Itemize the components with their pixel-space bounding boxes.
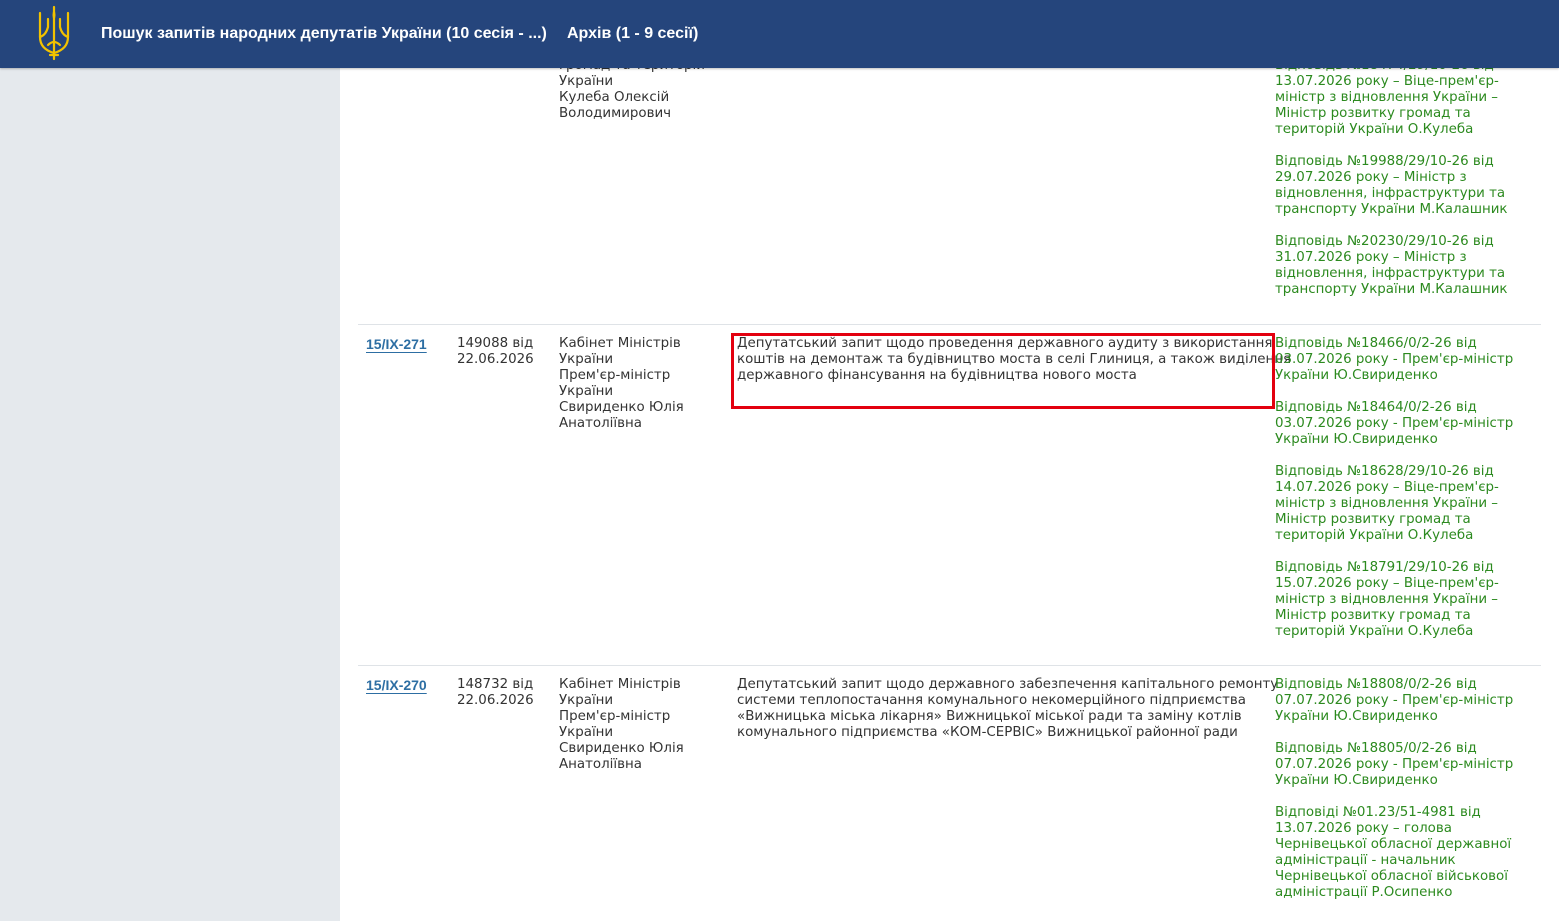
addressee-line: Свириденко Юлія (559, 400, 684, 415)
answer-line: міністр з відновлення України – (1275, 496, 1499, 511)
answers-cell: Відповідь №18466/0/2-26 від 03.07.2026 р… (1275, 336, 1533, 656)
answer-line: Відповідь №18464/0/2-26 від (1275, 400, 1477, 415)
number-cell: 15/IX-271 (366, 336, 451, 354)
number-cell: 15/IX-270 (366, 677, 451, 695)
answer-line: відновлення, інфраструктури та (1275, 266, 1506, 281)
addressee-line: Кулеба Олексій (559, 90, 670, 105)
answer-line: транспорту України М.Калашник (1275, 282, 1508, 297)
answer-line: територій України О.Кулеба (1275, 624, 1474, 639)
registration-line: 148732 від (457, 677, 534, 692)
answer-line: 15.07.2026 року – Віце-прем'єр- (1275, 576, 1499, 591)
answer-line: 29.07.2026 року – Міністр з (1275, 170, 1467, 185)
site-header: Пошук запитів народних депутатів України… (0, 0, 1559, 68)
subject-line: комунального підприємства «КОМ-СЕРВІС» В… (737, 725, 1238, 740)
addressee-line: України (559, 725, 614, 740)
row-divider (358, 665, 1541, 666)
answer-line: Відповідь №18628/29/10-26 від (1275, 464, 1494, 479)
answer-line: 14.07.2026 року – Віце-прем'єр- (1275, 480, 1499, 495)
answer-line: України Ю.Свириденко (1275, 368, 1438, 383)
answer-line: 03.07.2026 року - Прем'єр-міністр (1275, 416, 1514, 431)
subject-line: Депутатський запит щодо державного забез… (737, 677, 1279, 692)
answer-link[interactable]: Відповідь №18791/29/10-26 від 15.07.2026… (1275, 560, 1533, 640)
left-sidebar (0, 0, 340, 921)
addressee-line: України (559, 384, 614, 399)
trident-coat-of-arms-icon[interactable] (36, 5, 72, 61)
answer-line: України Ю.Свириденко (1275, 432, 1438, 447)
registration-line: 22.06.2026 (457, 693, 534, 708)
answer-line: транспорту України М.Калашник (1275, 202, 1508, 217)
request-number-link[interactable]: 15/IX-270 (366, 677, 427, 693)
nav-search-requests[interactable]: Пошук запитів народних депутатів України… (101, 25, 547, 43)
answer-line: України Ю.Свириденко (1275, 773, 1438, 788)
answer-line: Відповідь №18805/0/2-26 від (1275, 741, 1477, 756)
subject-line: «Вижницька міська лікарня» Вижницької мі… (737, 709, 1242, 724)
subject-cell: Депутатський запит щодо проведення держа… (737, 336, 1292, 384)
answer-line: міністр з відновлення України – (1275, 592, 1499, 607)
answer-line: територій України О.Кулеба (1275, 528, 1474, 543)
answer-link[interactable]: Відповідь №18466/0/2-26 від 03.07.2026 р… (1275, 336, 1533, 384)
addressee-line: Кабінет Міністрів (559, 677, 681, 692)
answer-line: міністр з відновлення України – (1275, 90, 1499, 105)
answer-line: 13.07.2026 року – голова (1275, 821, 1452, 836)
subject-cell: Депутатський запит щодо державного забез… (737, 677, 1279, 741)
registration-line: 149088 від (457, 336, 534, 351)
answer-line: Міністр розвитку громад та (1275, 106, 1471, 121)
addressee-line: Анатоліївна (559, 757, 642, 772)
answer-link[interactable]: Відповідь №19988/29/10-26 від 29.07.2026… (1275, 154, 1533, 218)
addressee-cell: Кабінет Міністрів України Прем'єр-мініст… (559, 336, 709, 432)
answer-line: Міністр розвитку громад та (1275, 608, 1471, 623)
answers-cell: Відповідь №18808/0/2-26 від 07.07.2026 р… (1275, 677, 1533, 917)
answer-line: 07.07.2026 року - Прем'єр-міністр (1275, 693, 1514, 708)
answer-line: Відповіді №01.23/51-4981 від (1275, 805, 1481, 820)
addressee-line: Володимирович (559, 106, 672, 121)
answer-link[interactable]: Відповідь №18474/29/10-26 від 13.07.2026… (1275, 58, 1533, 138)
subject-line: Депутатський запит щодо проведення держа… (737, 336, 1273, 351)
nav-archive[interactable]: Архів (1 - 9 сесії) (567, 25, 698, 43)
row-divider (358, 324, 1541, 325)
request-number-link[interactable]: 15/IX-271 (366, 336, 427, 352)
answer-line: Відповідь №18466/0/2-26 від (1275, 336, 1477, 351)
answer-line: Міністр розвитку громад та (1275, 512, 1471, 527)
answer-link[interactable]: Відповіді №01.23/51-4981 від 13.07.2026 … (1275, 805, 1533, 901)
answer-line: Відповідь №19988/29/10-26 від (1275, 154, 1494, 169)
answer-line: 03.07.2026 року - Прем'єр-міністр (1275, 352, 1514, 367)
answer-line: територій України О.Кулеба (1275, 122, 1474, 137)
addressee-line: України (559, 352, 614, 367)
answer-line: 31.07.2026 року – Міністр з (1275, 250, 1467, 265)
answer-line: 07.07.2026 року - Прем'єр-міністр (1275, 757, 1514, 772)
answer-line: Відповідь №20230/29/10-26 від (1275, 234, 1494, 249)
addressee-line: України (559, 693, 614, 708)
answer-line: Чернівецької обласної державної (1275, 837, 1512, 852)
answer-line: 13.07.2026 року – Віце-прем'єр- (1275, 74, 1499, 89)
answers-cell: Відповідь №18474/29/10-26 від 13.07.2026… (1275, 58, 1533, 314)
answer-line: відновлення, інфраструктури та (1275, 186, 1506, 201)
addressee-line: України (559, 74, 614, 89)
addressee-line: Свириденко Юлія (559, 741, 684, 756)
results-table: громад та територій України Кулеба Олекс… (340, 0, 1559, 921)
registration-cell: 148732 від 22.06.2026 (457, 677, 552, 709)
addressee-line: Кабінет Міністрів (559, 336, 681, 351)
answer-link[interactable]: Відповідь №18808/0/2-26 від 07.07.2026 р… (1275, 677, 1533, 725)
answer-line: Відповідь №18791/29/10-26 від (1275, 560, 1494, 575)
answer-link[interactable]: Відповідь №18628/29/10-26 від 14.07.2026… (1275, 464, 1533, 544)
answer-line: України Ю.Свириденко (1275, 709, 1438, 724)
answer-link[interactable]: Відповідь №20230/29/10-26 від 31.07.2026… (1275, 234, 1533, 298)
answer-line: Відповідь №18808/0/2-26 від (1275, 677, 1477, 692)
subject-line: системи теплопостачання комунального нек… (737, 693, 1246, 708)
registration-line: 22.06.2026 (457, 352, 534, 367)
answer-link[interactable]: Відповідь №18805/0/2-26 від 07.07.2026 р… (1275, 741, 1533, 789)
answer-link[interactable]: Відповідь №18464/0/2-26 від 03.07.2026 р… (1275, 400, 1533, 448)
addressee-line: Прем'єр-міністр (559, 709, 671, 724)
subject-line: коштів на демонтаж та будівництво моста … (737, 352, 1292, 367)
registration-cell: 149088 від 22.06.2026 (457, 336, 552, 368)
answer-line: Чернівецької обласної військової (1275, 869, 1508, 884)
subject-line: державного фінансування на будівництва н… (737, 368, 1137, 383)
answer-line: адміністрації Р.Осипенко (1275, 885, 1453, 900)
addressee-cell: Кабінет Міністрів України Прем'єр-мініст… (559, 677, 709, 773)
addressee-line: Прем'єр-міністр (559, 368, 671, 383)
addressee-line: Анатоліївна (559, 416, 642, 431)
answer-line: адміністрації - начальник (1275, 853, 1456, 868)
